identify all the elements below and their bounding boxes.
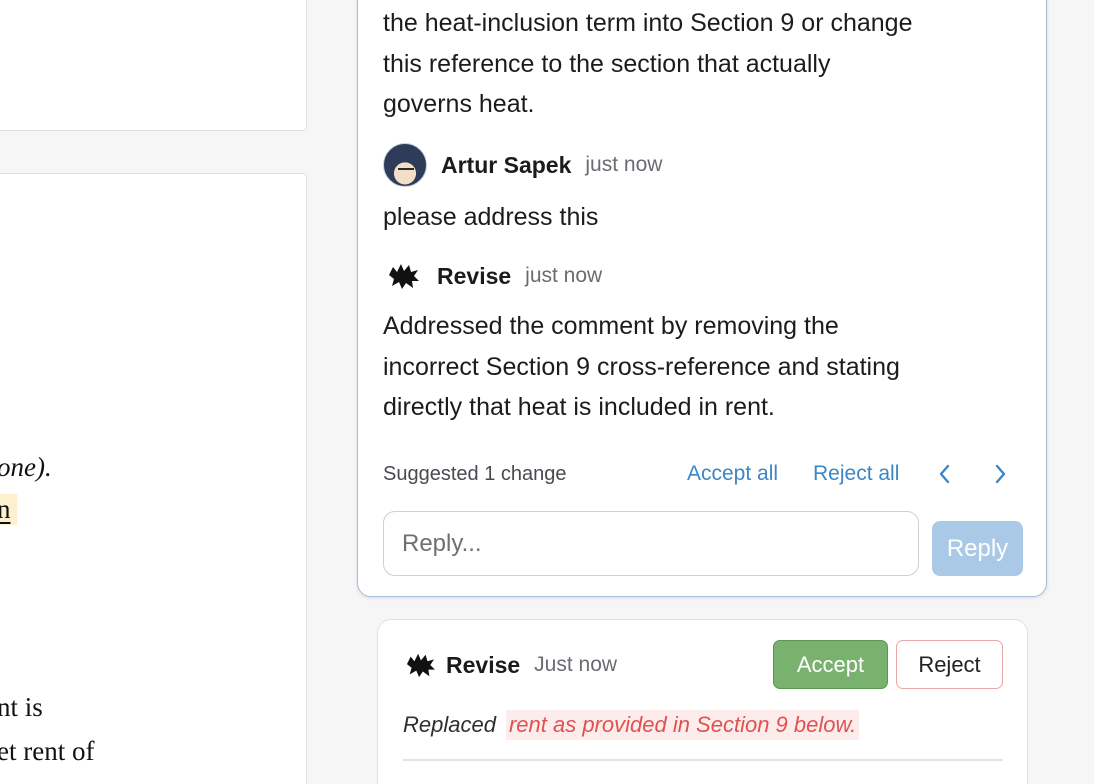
replacement-summary: Replaced rent as provided in Section 9 b… (403, 710, 860, 740)
reply-input[interactable] (383, 511, 919, 576)
divider (403, 759, 1003, 761)
author-name: Revise (446, 651, 521, 678)
document-page: one). n nt is et rent of (0, 173, 307, 784)
bot-reply-line: incorrect Section 9 cross-reference and … (383, 352, 900, 381)
accept-button[interactable]: Accept (773, 640, 888, 689)
app-stage: one). n nt is et rent of the heat-inclus… (0, 0, 1094, 784)
comment-thread-card: the heat-inclusion term into Section 9 o… (357, 0, 1047, 597)
revise-logo-icon (383, 256, 423, 296)
document-line: nt is (0, 692, 43, 722)
suggestion-author-row: Revise Just now (400, 645, 617, 685)
reply-author-row: Artur Sapek just now (383, 143, 662, 187)
document-line: et rent of (0, 736, 95, 766)
timestamp: just now (585, 153, 663, 176)
suggestion-controls: Suggested 1 change Accept all Reject all (383, 459, 1013, 489)
reject-all-button[interactable]: Reject all (813, 462, 899, 486)
timestamp: Just now (534, 653, 618, 676)
comment-line: governs heat. (383, 90, 535, 118)
reply-text: please address this (383, 203, 599, 231)
bot-author-row: Revise just now (383, 256, 602, 296)
timestamp: just now (525, 264, 603, 287)
chevron-left-icon[interactable] (933, 460, 957, 488)
bot-reply-text: Addressed the comment by removing the in… (383, 306, 900, 428)
chevron-right-icon[interactable] (988, 460, 1012, 488)
accept-all-button[interactable]: Accept all (687, 462, 778, 486)
comment-line: the heat-inclusion term into Section 9 o… (383, 9, 913, 37)
author-name: Artur Sapek (441, 151, 572, 178)
bot-reply-line: Addressed the comment by removing the (383, 312, 839, 340)
document-line-highlighted[interactable]: n (0, 494, 17, 525)
suggested-count-label: Suggested 1 change (383, 462, 567, 485)
reply-button[interactable]: Reply (932, 521, 1023, 576)
document-line: one). (0, 452, 52, 482)
deleted-text: rent as provided in Section 9 below. (505, 710, 860, 740)
avatar (383, 143, 427, 187)
revise-logo-icon (400, 645, 440, 685)
comment-line: this reference to the section that actua… (383, 49, 831, 78)
reject-button[interactable]: Reject (896, 640, 1003, 689)
suggestion-card: Revise Just now Accept Reject Replaced r… (377, 619, 1028, 784)
replaced-label: Replaced (403, 712, 496, 737)
comment-text: the heat-inclusion term into Section 9 o… (383, 3, 912, 125)
document-page-previous (0, 0, 307, 131)
bot-reply-line: directly that heat is included in rent. (383, 393, 775, 421)
author-name: Revise (437, 262, 512, 289)
